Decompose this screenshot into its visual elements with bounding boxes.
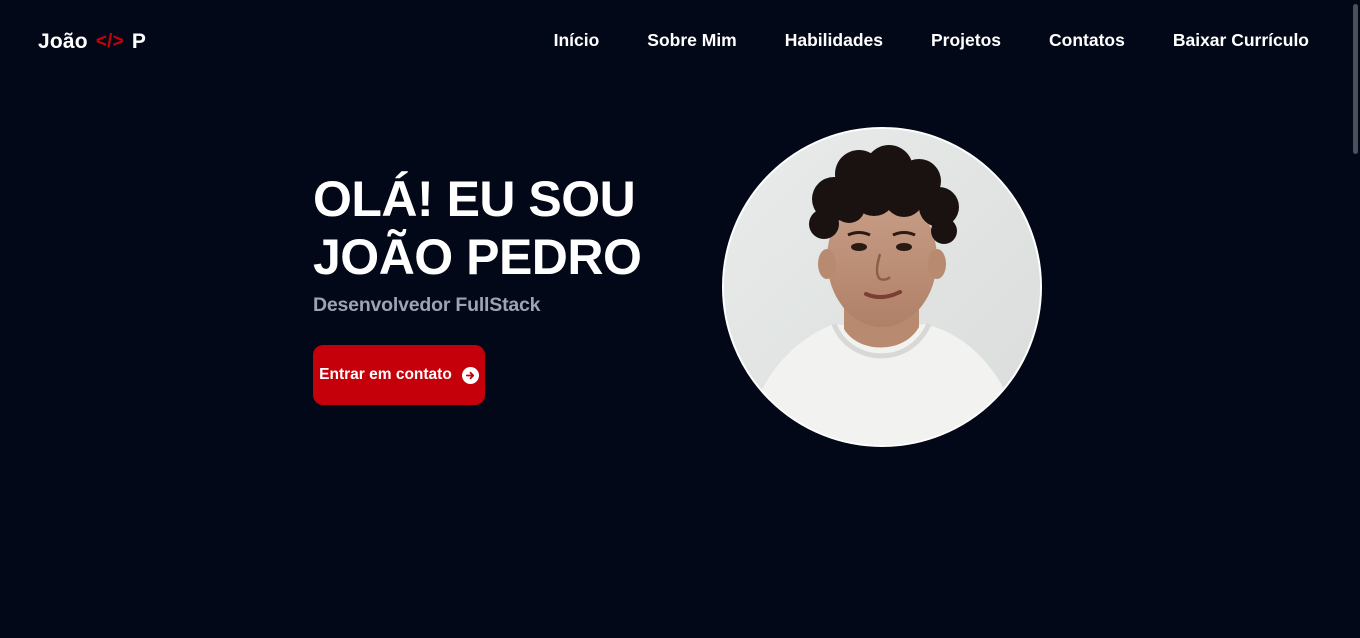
contact-button-label: Entrar em contato (319, 366, 452, 383)
logo[interactable]: João </> P (38, 28, 146, 56)
nav-item-projetos[interactable]: Projetos (931, 30, 1001, 51)
nav-item-habilidades[interactable]: Habilidades (785, 30, 883, 51)
hero-text: OLÁ! EU SOU JOÃO PEDRO Desenvolvedor Ful… (313, 170, 693, 317)
site-header: João </> P Início Sobre Mim Habilidades … (0, 0, 1350, 84)
arrow-circle-right-icon (461, 366, 479, 384)
profile-photo (722, 127, 1042, 447)
scrollbar[interactable] (1350, 0, 1360, 638)
nav-item-inicio[interactable]: Início (554, 30, 600, 51)
nav-item-sobre-mim[interactable]: Sobre Mim (647, 30, 736, 51)
profile-photo-illustration (724, 129, 1040, 445)
logo-last-initial: P (131, 30, 147, 53)
hero-title-line-2: JOÃO PEDRO (313, 229, 642, 285)
logo-first-name: João (38, 30, 88, 53)
hero-subtitle: Desenvolvedor FullStack (313, 294, 541, 316)
nav-item-baixar-curriculo[interactable]: Baixar Currículo (1173, 30, 1309, 51)
main-nav: Início Sobre Mim Habilidades Projetos Co… (554, 30, 1309, 51)
hero-title-line-1: OLÁ! EU SOU (313, 171, 636, 227)
code-brackets-icon: </> (95, 31, 124, 52)
page: João </> P Início Sobre Mim Habilidades … (0, 0, 1360, 638)
hero-title: OLÁ! EU SOU JOÃO PEDRO (313, 170, 693, 286)
scrollbar-thumb[interactable] (1353, 4, 1358, 154)
contact-button[interactable]: Entrar em contato (313, 345, 485, 405)
nav-item-contatos[interactable]: Contatos (1049, 30, 1125, 51)
